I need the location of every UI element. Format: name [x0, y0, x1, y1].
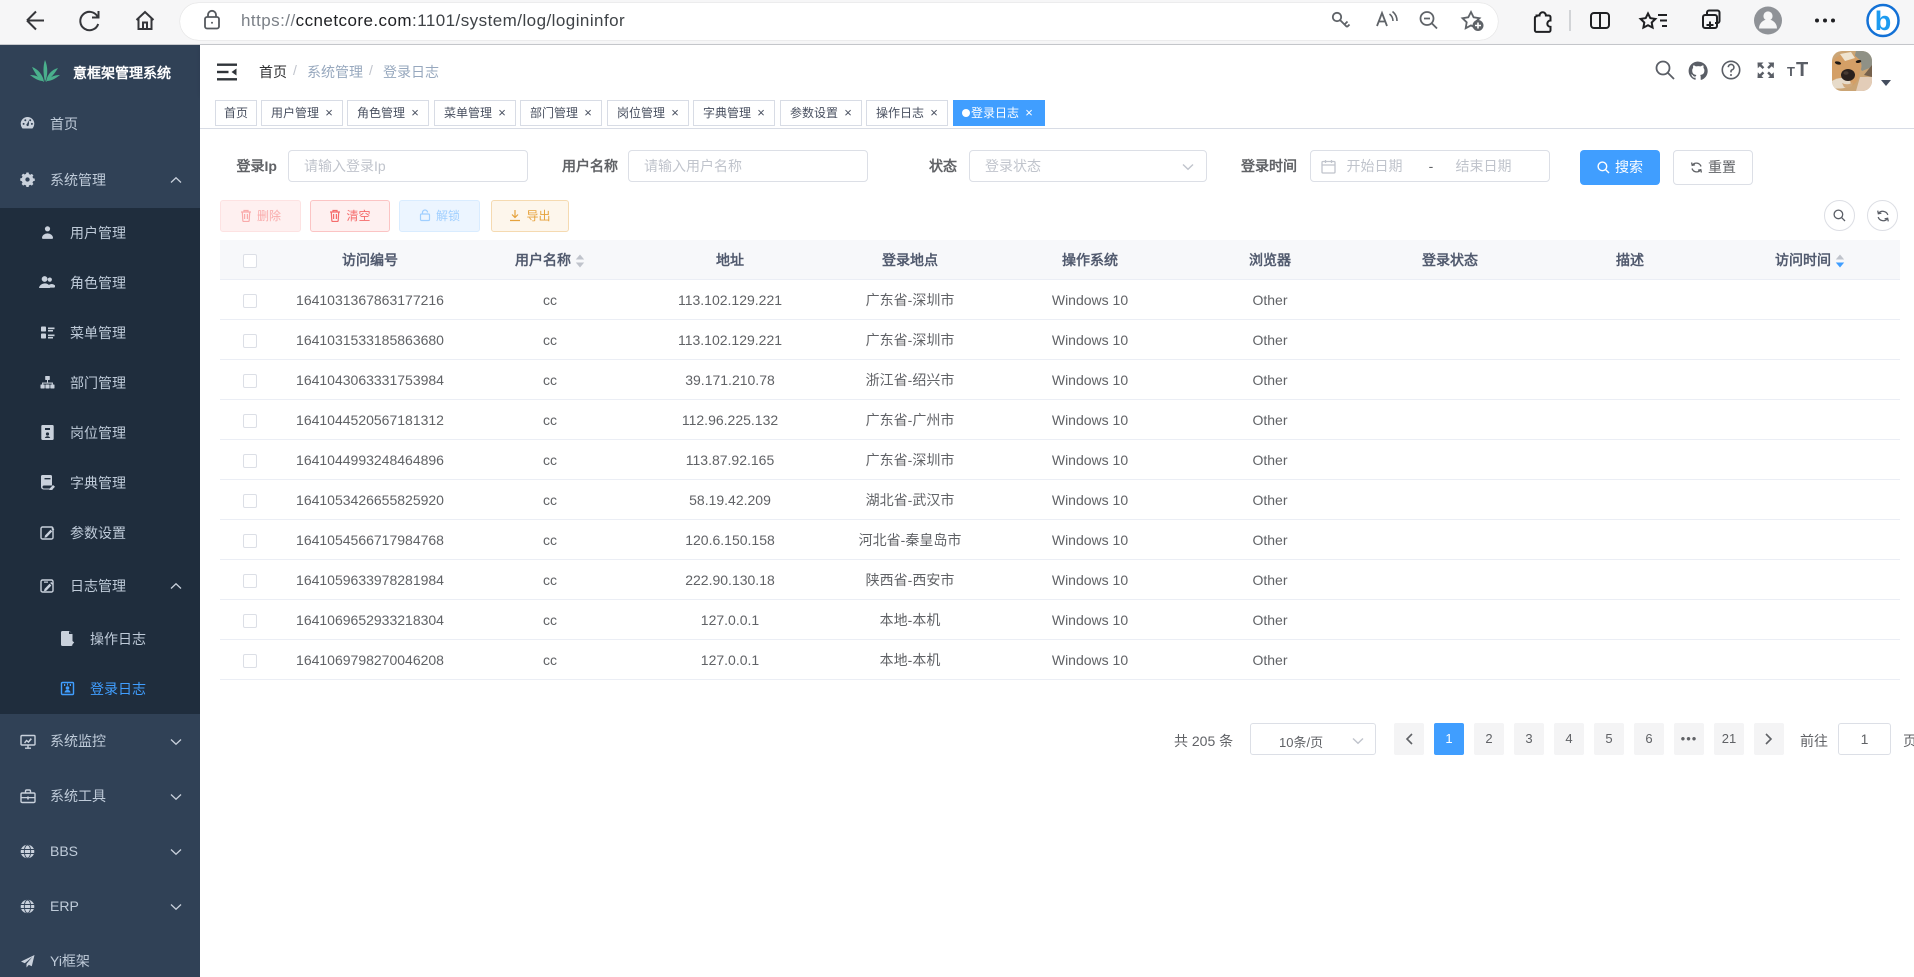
svg-text:T: T	[1787, 64, 1795, 79]
svg-text:b: b	[1875, 6, 1892, 36]
svg-text:T: T	[1796, 59, 1808, 81]
